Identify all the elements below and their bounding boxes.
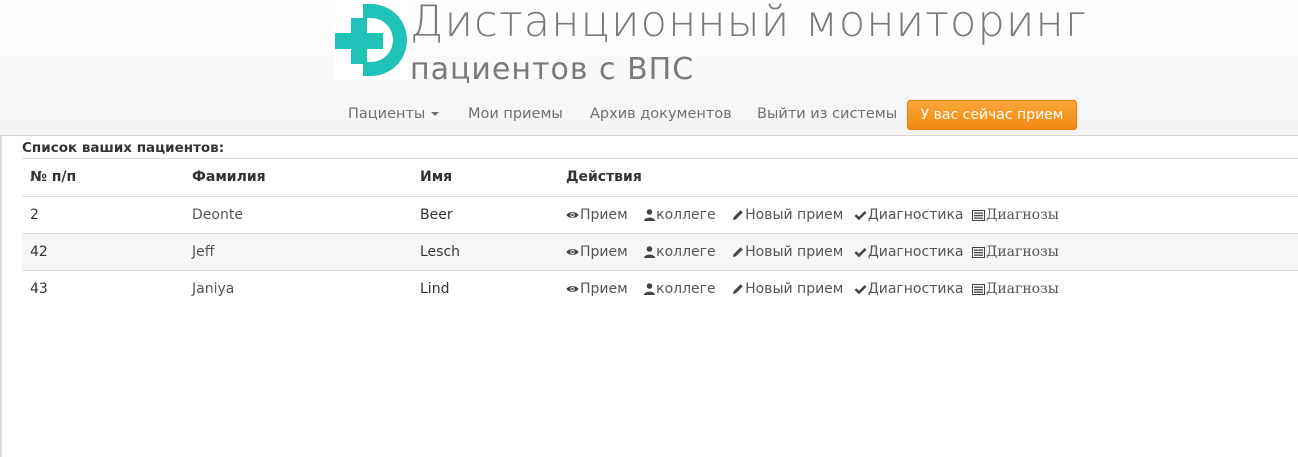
list-alt-icon [971, 209, 985, 221]
send-to-colleague-label: коллеге [656, 207, 716, 223]
row-last-name: Janiya [192, 281, 235, 297]
nav-patients-dropdown[interactable]: Пациенты [348, 100, 440, 130]
check-icon [854, 210, 867, 221]
diagnostics-label: Диагностика [867, 244, 964, 260]
row-first-name: Lesch [420, 244, 461, 260]
column-header-actions: Действия [566, 169, 642, 185]
diagnostics-link[interactable]: Диагностика [854, 234, 964, 270]
row-number: 42 [30, 244, 48, 260]
column-header-first-name: Имя [420, 169, 453, 185]
nav-patients-label: Пациенты [348, 106, 426, 122]
diagnoses-link[interactable]: Диагнозы [971, 271, 1059, 307]
site-title: Дистанционный мониторинг [410, 0, 1088, 47]
logo-cross-icon[interactable] [333, 0, 409, 80]
pencil-icon [732, 283, 744, 295]
user-icon [644, 283, 656, 295]
row-number: 2 [30, 207, 39, 223]
diagnostics-link[interactable]: Диагностика [854, 271, 964, 307]
eye-icon [566, 284, 579, 294]
column-header-number: № п/п [30, 169, 77, 185]
table-row: 2 Deonte Beer Прием коллеге Новый прием … [22, 196, 1298, 233]
send-to-colleague-link[interactable]: коллеге [644, 197, 716, 233]
row-first-name: Beer [420, 207, 453, 223]
table-header-row: № п/п Фамилия Имя Действия [22, 158, 1298, 196]
diagnoses-label: Диагнозы [985, 281, 1059, 297]
diagnoses-link[interactable]: Диагнозы [971, 197, 1059, 233]
eye-icon [566, 247, 579, 257]
list-alt-icon [971, 246, 985, 258]
row-last-name: Jeff [192, 244, 215, 260]
nav-documents-archive[interactable]: Архив документов [590, 100, 732, 130]
pencil-icon [732, 246, 744, 258]
new-appointment-link[interactable]: Новый прием [732, 234, 843, 270]
new-appointment-label: Новый прием [745, 281, 844, 297]
view-appointment-link[interactable]: Прием [566, 271, 628, 307]
site-subtitle: пациентов с ВПС [410, 52, 695, 87]
row-actions: Прием коллеге Новый прием Диагностика Ди… [566, 197, 1059, 234]
check-icon [854, 247, 867, 258]
diagnoses-label: Диагнозы [985, 244, 1059, 260]
row-last-name: Deonte [192, 207, 243, 223]
patients-table: № п/п Фамилия Имя Действия 2 Deonte Beer… [22, 158, 1298, 307]
diagnoses-label: Диагнозы [985, 207, 1059, 223]
view-appointment-label: Прием [580, 244, 628, 260]
send-to-colleague-label: коллеге [656, 244, 716, 260]
send-to-colleague-link[interactable]: коллеге [644, 271, 716, 307]
view-appointment-link[interactable]: Прием [566, 197, 628, 233]
pencil-icon [732, 209, 744, 221]
view-appointment-link[interactable]: Прием [566, 234, 628, 270]
diagnostics-label: Диагностика [867, 207, 964, 223]
user-icon [644, 246, 656, 258]
site-header: Дистанционный мониторинг пациентов с ВПС… [0, 0, 1298, 136]
diagnostics-label: Диагностика [867, 281, 964, 297]
table-row: 43 Janiya Lind Прием коллеге Новый прием… [22, 270, 1298, 307]
main-navigation: Пациенты Мои приемы Архив документов Вый… [0, 100, 1298, 130]
new-appointment-label: Новый прием [745, 244, 844, 260]
new-appointment-link[interactable]: Новый прием [732, 271, 843, 307]
row-actions: Прием коллеге Новый прием Диагностика Ди… [566, 234, 1059, 271]
send-to-colleague-link[interactable]: коллеге [644, 234, 716, 270]
column-header-last-name: Фамилия [192, 169, 266, 185]
new-appointment-label: Новый прием [745, 207, 844, 223]
patients-list-heading: Список ваших пациентов: [22, 140, 225, 156]
diagnoses-link[interactable]: Диагнозы [971, 234, 1059, 270]
eye-icon [566, 210, 579, 220]
row-number: 43 [30, 281, 48, 297]
user-icon [644, 209, 656, 221]
row-actions: Прием коллеге Новый прием Диагностика Ди… [566, 271, 1059, 308]
view-appointment-label: Прием [580, 207, 628, 223]
nav-my-appointments[interactable]: Мои приемы [468, 100, 563, 130]
table-row: 42 Jeff Lesch Прием коллеге Новый прием … [22, 233, 1298, 270]
new-appointment-link[interactable]: Новый прием [732, 197, 843, 233]
diagnostics-link[interactable]: Диагностика [854, 197, 964, 233]
check-icon [854, 284, 867, 295]
current-appointment-button[interactable]: У вас сейчас прием [907, 100, 1077, 130]
list-alt-icon [971, 283, 985, 295]
send-to-colleague-label: коллеге [656, 281, 716, 297]
view-appointment-label: Прием [580, 281, 628, 297]
nav-logout[interactable]: Выйти из системы [757, 100, 897, 130]
caret-down-icon [431, 112, 440, 116]
row-first-name: Lind [420, 281, 450, 297]
